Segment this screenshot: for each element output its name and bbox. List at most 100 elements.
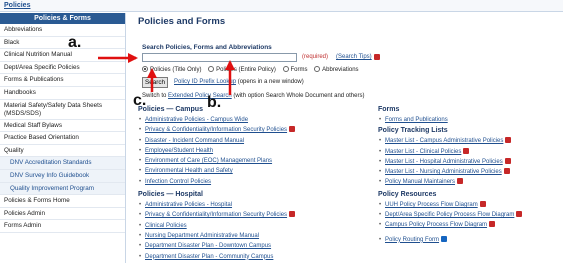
policies-column: Policies — Campus Administrative Policie… xyxy=(138,106,378,262)
radio-policies-entire[interactable]: Policies (Entire Policy) xyxy=(208,66,276,73)
list-item[interactable]: Master List - Nursing Administrative Pol… xyxy=(378,167,556,178)
search-scope-radios: Policies (Title Only) Policies (Entire P… xyxy=(142,66,364,73)
list-item-label: Policy Manual Maintainers xyxy=(385,179,456,186)
radio-policies-title[interactable]: Policies (Title Only) xyxy=(142,66,201,73)
list-item-label: Dept/Area Specific Policy Process Flow D… xyxy=(385,212,515,219)
word-doc-icon xyxy=(441,235,448,242)
pdf-icon xyxy=(289,126,296,133)
sidebar-item-dept-area[interactable]: Dept/Area Specific Policies xyxy=(0,62,125,75)
prefix-lookup-note: (opens in a new window) xyxy=(237,79,304,85)
list-item[interactable]: Privacy & Confidentiality/Information Se… xyxy=(138,210,378,221)
sidebar-item-quality[interactable]: Quality xyxy=(0,145,125,158)
sidebar-item-dnv-standards[interactable]: DNV Accreditation Standards xyxy=(0,157,125,170)
list-item-label: Campus Policy Process Flow Diagram xyxy=(385,222,488,229)
page-title: Policies and Forms xyxy=(138,16,226,27)
list-item[interactable]: Environmental Health and Safety xyxy=(138,166,378,177)
radio-label: Abbreviations xyxy=(322,67,359,73)
list-item[interactable]: UUH Policy Process Flow Diagram xyxy=(378,200,556,210)
list-item[interactable]: Employee/Student Health xyxy=(138,146,378,157)
radio-label: Forms xyxy=(290,67,308,73)
list-item-label: Privacy & Confidentiality/Information Se… xyxy=(145,212,288,219)
search-title: Search Policies, Forms and Abbreviations xyxy=(142,44,272,51)
breadcrumb[interactable]: Policies xyxy=(4,2,30,9)
list-item-label: Privacy & Confidentiality/Information Se… xyxy=(145,127,288,134)
pdf-icon xyxy=(504,157,511,164)
list-item[interactable]: Campus Policy Process Flow Diagram xyxy=(378,220,556,231)
search-tips-link[interactable]: (Search Tips) xyxy=(336,54,372,60)
pdf-icon xyxy=(505,137,512,144)
list-item[interactable]: Department Disaster Plan - Downtown Camp… xyxy=(138,241,378,252)
list-item[interactable]: Infection Control Policies xyxy=(138,177,378,188)
campus-heading: Policies — Campus xyxy=(138,106,203,113)
list-item-label: Master List - Clinical Policies xyxy=(385,148,462,155)
extended-search-link[interactable]: Extended Policy Search xyxy=(168,93,232,99)
list-item[interactable]: Environment of Care (EOC) Management Pla… xyxy=(138,156,378,167)
resources-column: Forms Forms and Publications Policy Trac… xyxy=(378,106,556,245)
extended-search-line: Switch to Extended Policy Search (with o… xyxy=(142,93,364,99)
sidebar-item-home[interactable]: Policies & Forms Home xyxy=(0,195,125,208)
pdf-icon xyxy=(463,147,470,154)
annotation-label-b: b. xyxy=(207,94,222,111)
list-item[interactable]: Policy Manual Maintainers xyxy=(378,177,556,188)
search-button[interactable]: Search xyxy=(142,77,168,88)
extended-post: (with option Search Whole Document and o… xyxy=(233,93,365,99)
sidebar-item-clinical-nutrition[interactable]: Clinical Nutrition Manual xyxy=(0,49,125,62)
list-item[interactable]: Master List - Hospital Administrative Po… xyxy=(378,157,556,167)
list-item[interactable]: Privacy & Confidentiality/Information Se… xyxy=(138,125,378,136)
forms-heading: Forms xyxy=(378,106,400,113)
pdf-icon xyxy=(479,200,486,207)
radio-forms[interactable]: Forms xyxy=(282,66,308,73)
pdf-icon xyxy=(489,221,496,228)
prefix-lookup-link[interactable]: Policy ID Prefix Lookup xyxy=(174,79,236,85)
list-item-label: Master List - Hospital Administrative Po… xyxy=(385,158,503,165)
main-content: Policies and Forms Search Policies, Form… xyxy=(132,13,558,263)
required-note: (required) xyxy=(302,54,329,60)
search-input[interactable] xyxy=(142,53,297,62)
sidebar-item-msds[interactable]: Material Safety/Safety Data Sheets (MSDS… xyxy=(0,100,125,120)
pdf-icon xyxy=(457,178,464,185)
sidebar-item-forms-admin[interactable]: Forms Admin xyxy=(0,220,125,233)
list-item[interactable]: Department Disaster Plan - Community Cam… xyxy=(138,252,378,263)
annotation-label-a: a. xyxy=(68,34,82,51)
sidebar-header: Policies & Forms xyxy=(0,13,125,24)
sidebar-item-medical-staff-bylaws[interactable]: Medical Staff Bylaws xyxy=(0,120,125,133)
sidebar-item-black[interactable]: Black xyxy=(0,37,125,50)
list-item[interactable]: Nursing Department Administrative Manual xyxy=(138,231,378,242)
sidebar-item-forms-publications[interactable]: Forms & Publications xyxy=(0,74,125,87)
sidebar-item-handbooks[interactable]: Handbooks xyxy=(0,87,125,100)
radio-abbreviations[interactable]: Abbreviations xyxy=(314,66,359,73)
radio-icon xyxy=(208,66,215,72)
tracking-heading: Policy Tracking Lists xyxy=(378,127,448,135)
list-item-label: Policy Routing Form xyxy=(385,236,440,243)
top-bar: Policies xyxy=(0,0,563,12)
sidebar-item-policies-admin[interactable]: Policies Admin xyxy=(0,208,125,221)
radio-icon xyxy=(314,66,321,72)
sidebar: Policies & Forms Abbreviations Black Cli… xyxy=(0,13,126,263)
radio-label: Policies (Title Only) xyxy=(150,67,202,73)
sidebar-item-quality-improvement[interactable]: Quality Improvement Program xyxy=(0,182,125,196)
pdf-icon xyxy=(289,211,296,218)
list-item[interactable]: Forms and Publications xyxy=(378,115,556,126)
pdf-icon xyxy=(516,211,523,218)
pdf-icon xyxy=(374,54,380,60)
list-item-label: Master List - Nursing Administrative Pol… xyxy=(385,169,502,176)
list-item[interactable]: Master List - Campus Administrative Poli… xyxy=(378,136,556,147)
list-item[interactable]: Disaster - Incident Command Manual xyxy=(138,136,378,147)
annotation-label-c: c. xyxy=(133,92,147,109)
list-item[interactable]: Policy Routing Form xyxy=(378,235,556,245)
sidebar-item-dnv-guidebook[interactable]: DNV Survey Info Guidebook xyxy=(0,169,125,183)
radio-icon xyxy=(282,66,289,72)
search-panel: Search Policies, Forms and Abbreviations… xyxy=(138,44,490,101)
sidebar-item-practice-orientation[interactable]: Practice Based Orientation xyxy=(0,132,125,145)
radio-selected-icon xyxy=(142,66,148,72)
list-item[interactable]: Administrative Policies - Hospital xyxy=(138,200,378,211)
list-item-label: Master List - Campus Administrative Poli… xyxy=(385,138,504,145)
list-item[interactable]: Clinical Policies xyxy=(138,221,378,232)
resources-heading: Policy Resources xyxy=(378,190,437,198)
list-item[interactable]: Dept/Area Specific Policy Process Flow D… xyxy=(378,210,556,221)
hospital-heading: Policies — Hospital xyxy=(138,191,203,199)
list-item[interactable]: Administrative Policies - Campus Wide xyxy=(138,115,378,126)
sidebar-item-abbreviations[interactable]: Abbreviations xyxy=(0,24,125,37)
pdf-icon xyxy=(503,168,510,175)
list-item[interactable]: Master List - Clinical Policies xyxy=(378,147,556,157)
